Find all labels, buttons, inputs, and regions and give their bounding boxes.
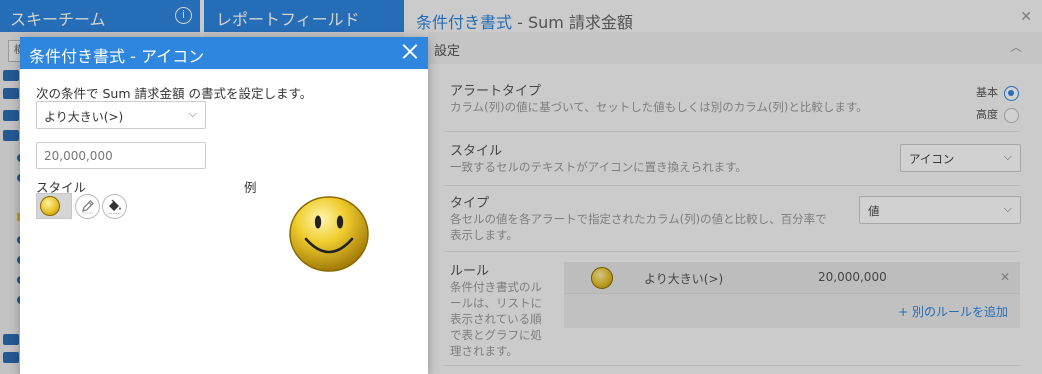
value-input[interactable] xyxy=(36,142,206,169)
example-preview xyxy=(244,193,412,273)
icon-format-dialog: 条件付き書式 - アイコン 次の条件で Sum 請求金額 の書式を設定します。 … xyxy=(20,37,428,374)
close-icon[interactable] xyxy=(400,41,420,61)
icon-picker[interactable] xyxy=(36,193,72,219)
pencil-icon xyxy=(82,200,94,214)
dialog-intro: 次の条件で Sum 請求金額 の書式を設定します。 xyxy=(36,86,313,101)
pencil-button[interactable] xyxy=(75,194,100,219)
paint-bucket-icon xyxy=(108,199,121,214)
smiley-icon xyxy=(40,196,60,216)
dialog-title: 条件付き書式 - アイコン xyxy=(29,47,205,66)
smiley-icon xyxy=(289,196,369,272)
condition-select[interactable]: より大きい(>) ⌵ xyxy=(36,101,206,129)
chevron-down-icon: ⌵ xyxy=(188,107,197,120)
fill-color-button[interactable] xyxy=(102,194,127,219)
dialog-header: 条件付き書式 - アイコン xyxy=(20,37,428,69)
